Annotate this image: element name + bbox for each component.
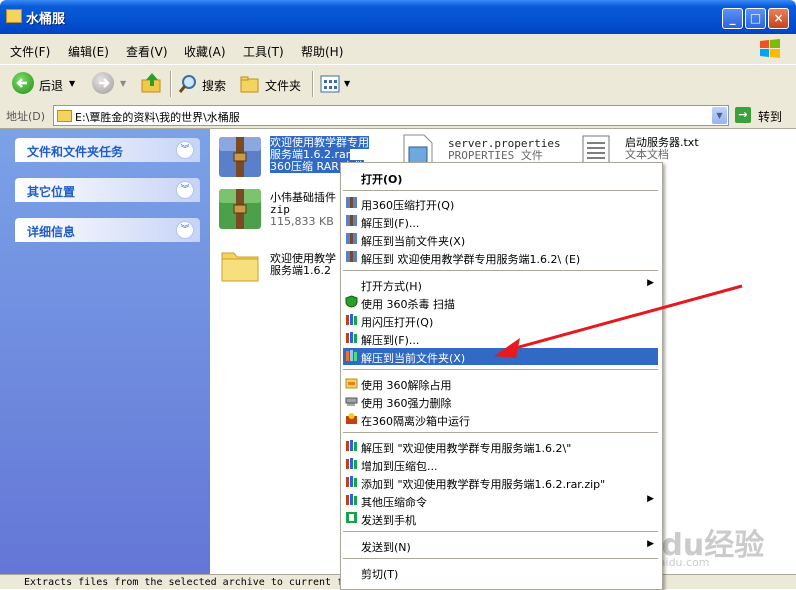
books-icon xyxy=(346,350,357,361)
file-label-zip[interactable]: 小伟基础插件 zip 115,833 KB xyxy=(270,192,336,228)
address-label: 地址(D) xyxy=(6,110,46,123)
ctx-add-to-archive[interactable]: 增加到压缩包... xyxy=(343,456,658,473)
chevron-down-icon[interactable]: ︾ xyxy=(176,221,194,239)
file-label-properties[interactable]: server.properties PROPERTIES 文件 xyxy=(448,138,561,162)
ctx-add-to-zip[interactable]: 添加到 "欢迎使用教学群专用服务端1.6.2.rar.zip" xyxy=(343,474,658,491)
task-panel-title: 详细信息 xyxy=(27,225,76,239)
go-arrow-icon[interactable]: → xyxy=(735,107,751,123)
ctx-open-360zip[interactable]: 用360压缩打开(Q) xyxy=(343,195,658,212)
chevron-down-icon[interactable]: ︾ xyxy=(176,181,194,199)
menu-view[interactable]: 查看(V) xyxy=(126,43,168,60)
books-icon xyxy=(346,458,357,469)
window-title: 水桶服 xyxy=(26,12,66,27)
back-button[interactable]: 后退 xyxy=(39,77,63,94)
unlock-icon xyxy=(345,378,358,389)
go-button[interactable]: 转到 xyxy=(758,108,782,125)
ctx-flashzip-extract-named[interactable]: 解压到 "欢迎使用教学群专用服务端1.6.2\" xyxy=(343,438,658,455)
windows-logo-icon xyxy=(760,39,780,58)
back-dropdown-icon[interactable]: ▼ xyxy=(69,79,75,88)
ctx-other-compress[interactable]: 其他压缩命令 ▶ xyxy=(343,492,658,509)
submenu-arrow-icon: ▶ xyxy=(647,539,654,549)
ctx-360-sandbox[interactable]: 在360隔离沙箱中运行 xyxy=(343,411,658,428)
file-label-folder[interactable]: 欢迎使用教学 服务端1.6.2 xyxy=(270,253,336,277)
task-panel-other-places[interactable]: 其它位置 ︾ xyxy=(15,178,200,202)
books-icon xyxy=(346,332,357,343)
folders-icon[interactable] xyxy=(239,73,261,95)
task-panel-file-folder[interactable]: 文件和文件夹任务 ︾ xyxy=(15,138,200,162)
folder-icon xyxy=(6,9,22,23)
task-panel-details[interactable]: 详细信息 ︾ xyxy=(15,218,200,242)
ctx-extract-to[interactable]: 解压到(F)... xyxy=(343,213,658,230)
views-icon[interactable] xyxy=(320,75,340,93)
forward-dropdown-icon[interactable]: ▼ xyxy=(120,79,126,88)
ctx-cut[interactable]: 剪切(T) xyxy=(343,564,658,581)
toolbar: 后退 ▼ ▼ 搜索 文件夹 ▼ xyxy=(0,64,796,104)
submenu-arrow-icon: ▶ xyxy=(647,494,654,504)
ctx-360-unlock[interactable]: 使用 360解除占用 xyxy=(343,375,658,392)
annotation-arrow xyxy=(494,284,743,358)
ctx-extract-to-folder[interactable]: 解压到 欢迎使用教学群专用服务端1.6.2\ (E) xyxy=(343,249,658,266)
menu-bar: 文件(F) 编辑(E) 查看(V) 收藏(A) 工具(T) 帮助(H) xyxy=(0,34,796,64)
books-icon xyxy=(346,314,357,325)
zip-archive-icon[interactable] xyxy=(216,187,264,231)
ctx-extract-here[interactable]: 解压到当前文件夹(X) xyxy=(343,231,658,248)
menu-file[interactable]: 文件(F) xyxy=(10,43,50,60)
address-input[interactable]: E:\覃胜金的资料\我的世界\水桶服 ▼ xyxy=(53,105,729,126)
ctx-send-to[interactable]: 发送到(N) ▶ xyxy=(343,537,658,554)
folder-icon[interactable] xyxy=(220,247,260,283)
maximize-button[interactable]: □ xyxy=(745,8,766,29)
books-icon xyxy=(346,440,357,451)
forward-arrow-icon[interactable] xyxy=(92,72,114,94)
up-folder-icon[interactable] xyxy=(140,71,164,95)
menu-tools[interactable]: 工具(T) xyxy=(243,43,284,60)
task-panel-title: 其它位置 xyxy=(27,185,76,199)
views-dropdown-icon[interactable]: ▼ xyxy=(344,79,350,88)
shredder-icon xyxy=(345,397,358,406)
folders-button[interactable]: 文件夹 xyxy=(265,77,301,94)
archive-icon xyxy=(346,251,357,262)
books-icon xyxy=(346,494,357,505)
books-icon xyxy=(346,476,357,487)
ctx-open[interactable]: 打开(O) xyxy=(343,169,658,186)
file-label-txt[interactable]: 启动服务器.txt 文本文档 xyxy=(625,137,699,161)
archive-icon xyxy=(346,233,357,244)
task-panel-title: 文件和文件夹任务 xyxy=(27,145,124,159)
ctx-send-to-phone[interactable]: 发送到手机 xyxy=(343,510,658,527)
back-arrow-icon[interactable] xyxy=(12,72,34,94)
search-button[interactable]: 搜索 xyxy=(202,77,226,94)
search-icon[interactable] xyxy=(177,73,199,95)
phone-icon xyxy=(346,512,357,523)
title-bar: 水桶服 _ □ × xyxy=(0,0,796,34)
chevron-down-icon[interactable]: ▼ xyxy=(712,107,727,124)
shield-icon xyxy=(345,295,358,308)
status-text: Extracts files from the selected archive… xyxy=(24,577,344,588)
menu-favorites[interactable]: 收藏(A) xyxy=(184,43,226,60)
rar-archive-icon[interactable] xyxy=(216,135,264,179)
chevron-down-icon[interactable]: ︾ xyxy=(176,141,194,159)
folder-icon xyxy=(57,110,72,122)
address-path: E:\覃胜金的资料\我的世界\水桶服 xyxy=(75,111,240,124)
menu-edit[interactable]: 编辑(E) xyxy=(68,43,109,60)
close-button[interactable]: × xyxy=(768,8,789,29)
ctx-360-force-delete[interactable]: 使用 360强力删除 xyxy=(343,393,658,410)
context-menu: 打开(O) 用360压缩打开(Q) 解压到(F)... 解压到当前文件夹(X) … xyxy=(340,162,663,590)
archive-icon xyxy=(346,197,357,208)
sandbox-icon xyxy=(346,413,357,424)
address-bar: 地址(D) E:\覃胜金的资料\我的世界\水桶服 ▼ → 转到 xyxy=(0,103,796,129)
minimize-button[interactable]: _ xyxy=(722,8,743,29)
menu-help[interactable]: 帮助(H) xyxy=(301,43,343,60)
archive-icon xyxy=(346,215,357,226)
task-pane: 文件和文件夹任务 ︾ 其它位置 ︾ 详细信息 ︾ xyxy=(0,129,210,588)
